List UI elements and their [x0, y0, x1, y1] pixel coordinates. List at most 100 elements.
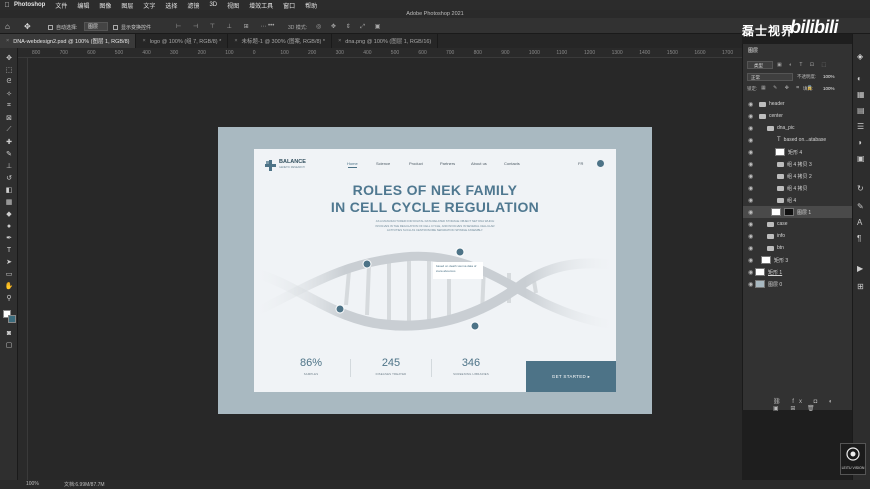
layer-row[interactable]: ◉ 组 4: [743, 194, 853, 206]
align-buttons[interactable]: ⊢ ⊣ ⊤ ⊥ ⊞ ⋯: [176, 23, 271, 30]
gradient-panel-icon[interactable]: ▤: [857, 106, 865, 115]
properties-panel-icon[interactable]: ☰: [857, 122, 864, 131]
crop-tool-icon[interactable]: ⌗: [4, 101, 14, 111]
menu-item-file[interactable]: 文件: [55, 1, 67, 10]
menu-item-plugins[interactable]: 增效工具: [249, 1, 273, 10]
eraser-tool-icon[interactable]: ◧: [4, 185, 14, 195]
close-icon[interactable]: ×: [234, 38, 237, 44]
screen-mode-icon[interactable]: ▢: [4, 340, 14, 350]
hand-tool-icon[interactable]: ✋: [4, 281, 14, 291]
layer-row[interactable]: ◉ btn: [743, 242, 853, 254]
layer-row[interactable]: ◉ dna_pic: [743, 122, 853, 134]
layer-row[interactable]: ◉ 矩形 1: [743, 266, 853, 278]
dodge-tool-icon[interactable]: ●: [4, 221, 14, 231]
nav-contacts[interactable]: Contacts: [504, 161, 520, 166]
layer-row[interactable]: ◉ case: [743, 218, 853, 230]
ruler-horizontal[interactable]: 800 700 600 500 400 300 200 100 0 100 200 300 400 500…: [18, 48, 742, 58]
paragraph-panel-icon[interactable]: ¶: [857, 234, 861, 243]
color-panel-icon[interactable]: ◐: [857, 74, 862, 83]
zoom-level[interactable]: 100%: [26, 481, 39, 487]
tab-logo[interactable]: × logo @ 100% (组 7, RGB/8) *: [136, 34, 229, 48]
layer-row[interactable]: ◉ 矩形 3: [743, 254, 853, 266]
menu-item-view[interactable]: 视图: [227, 1, 239, 10]
background-color-swatch[interactable]: [8, 315, 16, 323]
layer-row[interactable]: ◉ 组 4 拷贝: [743, 182, 853, 194]
layers-panel-icon[interactable]: ◈: [857, 52, 863, 61]
fill-value[interactable]: 100%: [823, 86, 835, 91]
marquee-tool-icon[interactable]: ⬚: [4, 65, 14, 75]
nav-science[interactable]: Science: [376, 161, 390, 166]
menu-item-photoshop[interactable]: Photoshop: [14, 2, 45, 8]
layer-row-selected[interactable]: ◉ 图层 1: [743, 206, 853, 218]
menu-item-help[interactable]: 帮助: [305, 1, 317, 10]
language-selector[interactable]: FR: [578, 161, 583, 166]
visibility-eye-icon[interactable]: ◉: [748, 257, 753, 264]
layer-row[interactable]: ◉ center: [743, 110, 853, 122]
close-icon[interactable]: ×: [338, 38, 341, 44]
apple-icon[interactable]: : [0, 2, 14, 9]
visibility-eye-icon[interactable]: ◉: [748, 125, 753, 132]
nav-home[interactable]: Home: [347, 161, 358, 166]
shape-tool-icon[interactable]: ▭: [4, 269, 14, 279]
visibility-eye-icon[interactable]: ◉: [748, 233, 753, 240]
blend-mode-dropdown[interactable]: 正常: [747, 73, 793, 81]
layer-filter-icons[interactable]: ▣ ◐ T ⊡ ⬚: [777, 62, 829, 68]
close-icon[interactable]: ×: [142, 38, 145, 44]
3d-tool-buttons[interactable]: ◎ ✥ ⇕ ⤢ ▣: [316, 23, 384, 31]
ruler-vertical[interactable]: [18, 58, 28, 480]
visibility-eye-icon[interactable]: ◉: [748, 209, 753, 216]
type-tool-icon[interactable]: T: [4, 245, 14, 255]
nav-product[interactable]: Product: [409, 161, 423, 166]
close-icon[interactable]: ×: [6, 38, 9, 44]
more-options-icon[interactable]: •••: [268, 23, 274, 29]
visibility-eye-icon[interactable]: ◉: [748, 149, 753, 156]
visibility-eye-icon[interactable]: ◉: [748, 281, 753, 288]
libraries-panel-icon[interactable]: ▣: [857, 154, 865, 163]
search-icon[interactable]: [597, 160, 604, 167]
frame-tool-icon[interactable]: ⊠: [4, 113, 14, 123]
brush-panel-icon[interactable]: ✎: [857, 202, 864, 211]
auto-select-checkbox[interactable]: [48, 25, 53, 30]
channels-panel-icon[interactable]: ⊞: [857, 282, 864, 291]
layer-row[interactable]: ◉ 组 4 拷贝 3: [743, 158, 853, 170]
menu-item-filter[interactable]: 滤镜: [187, 1, 199, 10]
tab-untitled[interactable]: × 未标题-1 @ 300% (图案, RGB/8) *: [228, 34, 333, 48]
menu-item-type[interactable]: 文字: [143, 1, 155, 10]
menu-item-layer[interactable]: 图层: [121, 1, 133, 10]
menu-item-image[interactable]: 图像: [99, 1, 111, 10]
lasso-tool-icon[interactable]: ᘓ: [4, 77, 14, 87]
history-brush-icon[interactable]: ↺: [4, 173, 14, 183]
visibility-eye-icon[interactable]: ◉: [748, 137, 753, 144]
nav-partners[interactable]: Partners: [440, 161, 455, 166]
layer-mask-thumbnail[interactable]: [784, 208, 794, 216]
adjustments-panel-icon[interactable]: ◑: [857, 138, 862, 147]
auto-select-dropdown[interactable]: 图层: [84, 22, 108, 31]
layer-row[interactable]: ◉ Tbased on...atabase: [743, 134, 853, 146]
history-panel-icon[interactable]: ↻: [857, 184, 864, 193]
layer-row[interactable]: ◉ 图层 0: [743, 278, 853, 290]
layer-row[interactable]: ◉ 组 4 拷贝 2: [743, 170, 853, 182]
layer-row[interactable]: ◉ 矩形 4: [743, 146, 853, 158]
tab-dna-webdesign[interactable]: × DNA-webdesign2.psd @ 100% (图层 1, RGB/8): [0, 34, 137, 48]
nav-about-us[interactable]: About us: [471, 161, 487, 166]
web-design-mockup[interactable]: BALANCE GENETIC RESEARCH Home Science Pr…: [254, 149, 616, 392]
gradient-tool-icon[interactable]: ▦: [4, 197, 14, 207]
move-tool-icon[interactable]: ✥: [24, 22, 31, 31]
get-started-button[interactable]: GET STARTED ▸: [526, 361, 616, 392]
swatches-panel-icon[interactable]: ▦: [857, 90, 865, 99]
blur-tool-icon[interactable]: ◆: [4, 209, 14, 219]
visibility-eye-icon[interactable]: ◉: [748, 245, 753, 252]
visibility-eye-icon[interactable]: ◉: [748, 113, 753, 120]
pen-tool-icon[interactable]: ✒: [4, 233, 14, 243]
doc-size[interactable]: 文档:6.99M/87.7M: [64, 481, 105, 488]
move-tool-icon[interactable]: ✥: [4, 53, 14, 63]
menu-item-window[interactable]: 窗口: [283, 1, 295, 10]
layer-footer-buttons[interactable]: ⛓ fx ◘ ◐ ▣ ⊞ 🗑: [773, 398, 852, 412]
home-icon[interactable]: ⌂: [5, 22, 10, 31]
visibility-eye-icon[interactable]: ◉: [748, 221, 753, 228]
menu-item-edit[interactable]: 编辑: [77, 1, 89, 10]
visibility-eye-icon[interactable]: ◉: [748, 185, 753, 192]
visibility-eye-icon[interactable]: ◉: [748, 173, 753, 180]
menu-item-select[interactable]: 选择: [165, 1, 177, 10]
stamp-tool-icon[interactable]: ⊥: [4, 161, 14, 171]
